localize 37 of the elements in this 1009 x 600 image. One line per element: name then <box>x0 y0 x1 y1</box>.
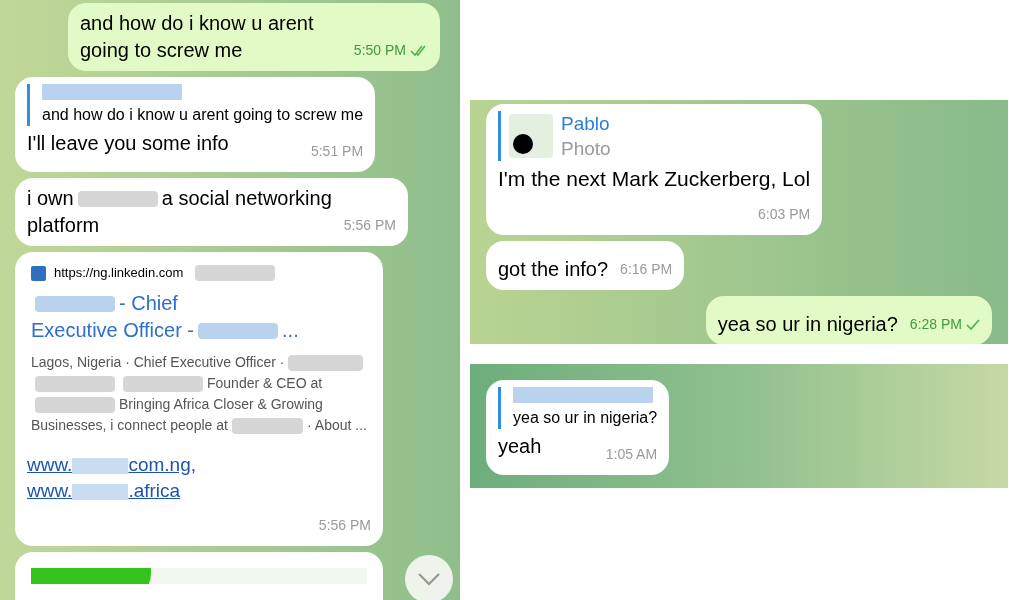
message-time: 6:28 PM <box>909 315 962 334</box>
message-time: 5:56 PM <box>318 516 371 535</box>
redacted-block <box>72 484 129 500</box>
message-time: 6:16 PM <box>620 260 673 279</box>
link-title: - Chief <box>119 291 178 316</box>
link[interactable]: www. .africa <box>27 478 181 504</box>
message-text: platform <box>27 213 100 238</box>
message-text: yea so ur in nigeria? <box>717 312 898 337</box>
message-time: 1:05 AM <box>605 445 658 464</box>
message-text: yeah <box>498 435 542 457</box>
link-description: Founder & CEO at <box>207 374 323 393</box>
message-time: 5:50 PM <box>353 41 406 60</box>
message-text: I'm the next Mark Zuckerberg, Lol <box>498 167 811 190</box>
message-text: got the info? <box>498 257 609 282</box>
link-description: Bringing Africa Closer & Growing <box>119 395 323 414</box>
scroll-down-button[interactable] <box>405 555 453 600</box>
link-description: Lagos, Nigeria · Chief Executive Officer · <box>31 353 285 372</box>
quoted-text: yea so ur in nigeria? <box>513 408 658 428</box>
message-text: I'll leave you some info <box>27 132 229 154</box>
link-description: · About ... <box>307 416 367 435</box>
sender-name: Pablo <box>561 112 611 136</box>
link-title: ... <box>282 318 299 343</box>
message-text: and how do i know u arent going to screw me <box>80 11 315 63</box>
quoted-text: Photo <box>561 137 611 161</box>
link-url: https://ng.linkedin.com <box>54 264 184 282</box>
message-time: 5:56 PM <box>343 216 396 235</box>
link-title: Executive Officer - <box>31 318 195 343</box>
photo-thumbnail <box>509 114 553 158</box>
message-text: a social networking <box>161 186 332 211</box>
redacted-block <box>72 458 129 474</box>
link[interactable]: www. com.ng, <box>27 452 196 478</box>
link-description: Businesses, i connect people at <box>31 416 228 435</box>
chevron-down-icon <box>417 572 441 586</box>
quoted-text: and how do i know u arent going to screw me <box>42 105 364 125</box>
message-text: i own <box>27 186 74 211</box>
message-time: 5:51 PM <box>310 142 364 161</box>
message-time: 6:03 PM <box>758 205 811 224</box>
